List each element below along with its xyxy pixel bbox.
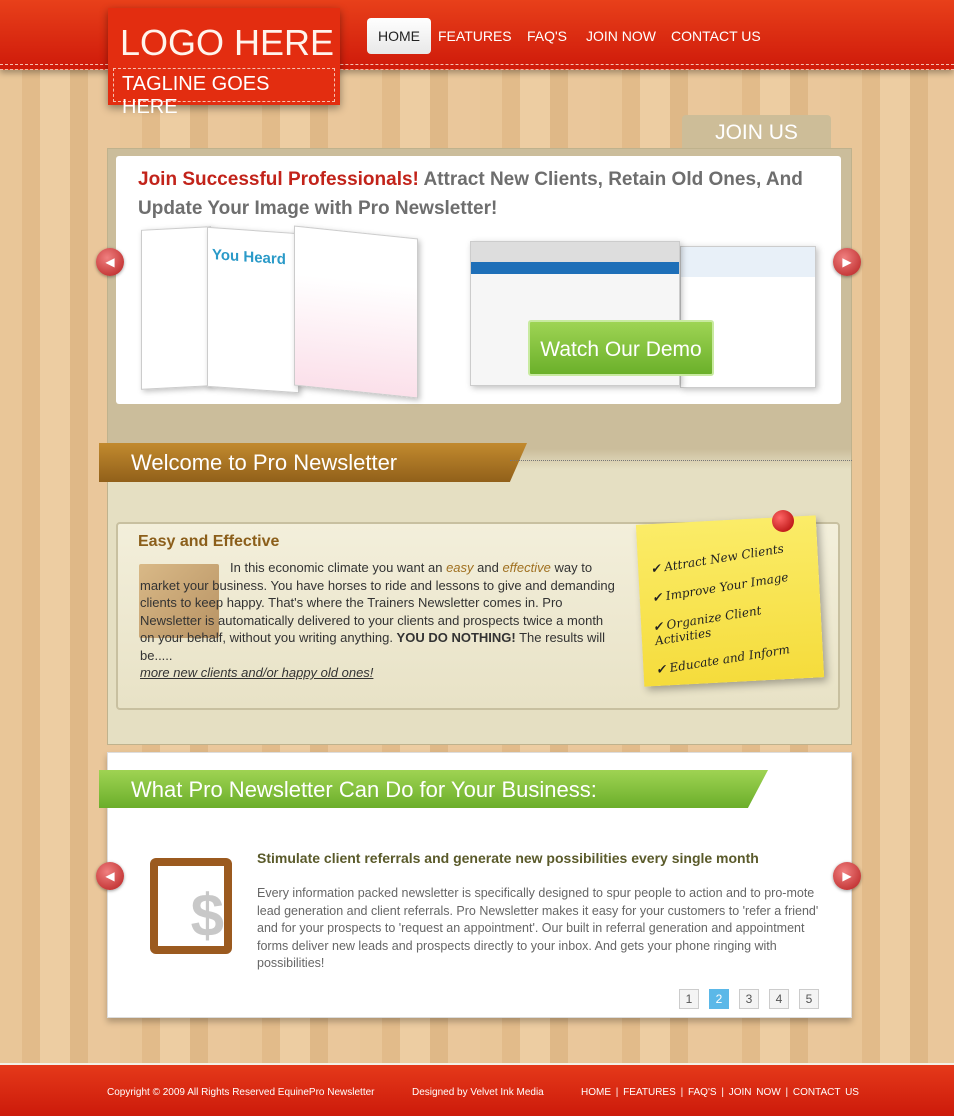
newsletter-sample-2: You Heard [207,226,299,394]
footer-link-features[interactable]: FEATURES [623,1087,676,1098]
results-link[interactable]: more new clients and/or happy old ones! [140,664,615,682]
welcome-banner: Welcome to Pro Newsletter [99,443,527,482]
newsletter-sample-3 [294,225,418,399]
next-arrow-icon[interactable]: ▶ [833,248,861,276]
next-arrow-icon[interactable]: ▶ [833,862,861,890]
copyright: Copyright © 2009 All Rights Reserved Equ… [107,1087,375,1098]
clipboard-dollar-icon: $ [150,858,232,954]
headline-highlight: Join Successful Professionals! [138,169,419,190]
nav-home[interactable]: HOME [367,18,431,54]
note-item: ✔ Organize Client Activities [651,603,763,649]
slider-headline: Join Successful Professionals! Attract N… [138,165,838,223]
page-5[interactable]: 5 [799,989,819,1009]
page-1[interactable]: 1 [679,989,699,1009]
divider [510,460,852,461]
footer: Copyright © 2009 All Rights Reserved Equ… [0,1063,954,1116]
footer-link-join-now[interactable]: JOIN NOW [729,1087,781,1098]
logo-text: LOGO HERE [120,22,335,63]
nav-join-now[interactable]: JOIN NOW [586,18,656,54]
footer-link-contact-us[interactable]: CONTACT US [793,1087,859,1098]
footer-nav: HOME | FEATURES | FAQ'S | JOIN NOW | CON… [581,1087,859,1098]
page-4[interactable]: 4 [769,989,789,1009]
prev-arrow-icon[interactable]: ◀ [96,248,124,276]
logo[interactable]: LOGO HERE TAGLINE GOES HERE [108,8,340,118]
features-banner: What Pro Newsletter Can Do for Your Busi… [99,770,768,808]
page-2[interactable]: 2 [709,989,729,1009]
newsletter-sample-1 [141,226,211,390]
page-3[interactable]: 3 [739,989,759,1009]
sticky-note: ✔ Attract New Clients ✔ Improve Your Ima… [635,515,825,687]
welcome-text: In this economic climate you want an eas… [140,560,615,682]
tagline: TAGLINE GOES HERE [113,68,335,118]
nav-faqs[interactable]: FAQ'S [527,18,567,54]
card-title: You Heard [212,246,286,269]
feature-text: Every information packed newsletter is s… [257,886,819,970]
nav-contact-us[interactable]: CONTACT US [671,18,761,54]
section-heading: Easy and Effective [138,533,280,550]
nav-features[interactable]: FEATURES [438,18,512,54]
join-us-tab[interactable]: JOIN US [682,115,831,149]
footer-link-faqs[interactable]: FAQ'S [688,1087,717,1098]
prev-arrow-icon[interactable]: ◀ [96,862,124,890]
watch-demo-button[interactable]: Watch Our Demo [528,320,714,376]
footer-link-home[interactable]: HOME [581,1087,611,1098]
designer-credit: Designed by Velvet Ink Media [412,1087,544,1098]
feature-subtitle: Stimulate client referrals and generate … [257,850,759,866]
pushpin-icon [772,510,794,532]
